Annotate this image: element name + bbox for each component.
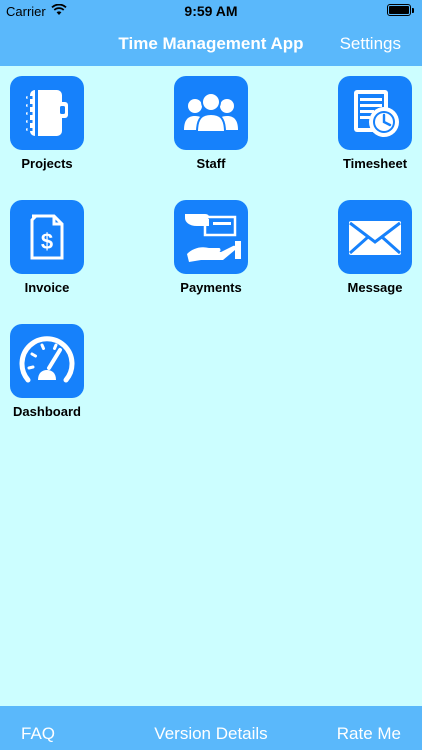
settings-button[interactable]: Settings xyxy=(340,34,401,54)
invoice-dollar-icon: $ xyxy=(10,200,84,274)
tile-projects[interactable]: Projects xyxy=(2,76,92,171)
status-time: 9:59 AM xyxy=(184,3,238,19)
tile-label-staff: Staff xyxy=(196,156,226,171)
tile-label-timesheet: Timesheet xyxy=(342,156,408,171)
notebook-icon xyxy=(10,76,84,150)
tile-label-payments: Payments xyxy=(180,280,242,295)
tile-message[interactable]: Message xyxy=(330,200,420,295)
bottom-bar: FAQ Version Details Rate Me xyxy=(0,706,422,750)
nav-bar: Time Management App Settings xyxy=(0,22,422,66)
battery-icon xyxy=(387,4,414,16)
tile-invoice[interactable]: $ Invoice xyxy=(2,200,92,295)
status-bar: Carrier 9:59 AM xyxy=(0,0,422,22)
envelope-icon xyxy=(338,200,412,274)
tile-label-dashboard: Dashboard xyxy=(13,404,81,419)
staff-group-icon xyxy=(174,76,248,150)
speedometer-icon xyxy=(10,324,84,398)
rate-me-button[interactable]: Rate Me xyxy=(337,724,401,744)
svg-text:$: $ xyxy=(41,229,53,254)
payments-hand-icon xyxy=(174,200,248,274)
tile-dashboard[interactable]: Dashboard xyxy=(2,324,92,419)
tile-staff[interactable]: Staff xyxy=(166,76,256,171)
tile-label-projects: Projects xyxy=(21,156,73,171)
tile-label-message: Message xyxy=(347,280,403,295)
tile-timesheet[interactable]: Timesheet xyxy=(330,76,420,171)
tile-payments[interactable]: Payments xyxy=(166,200,256,295)
timesheet-clock-icon xyxy=(338,76,412,150)
tile-label-invoice: Invoice xyxy=(24,280,70,295)
